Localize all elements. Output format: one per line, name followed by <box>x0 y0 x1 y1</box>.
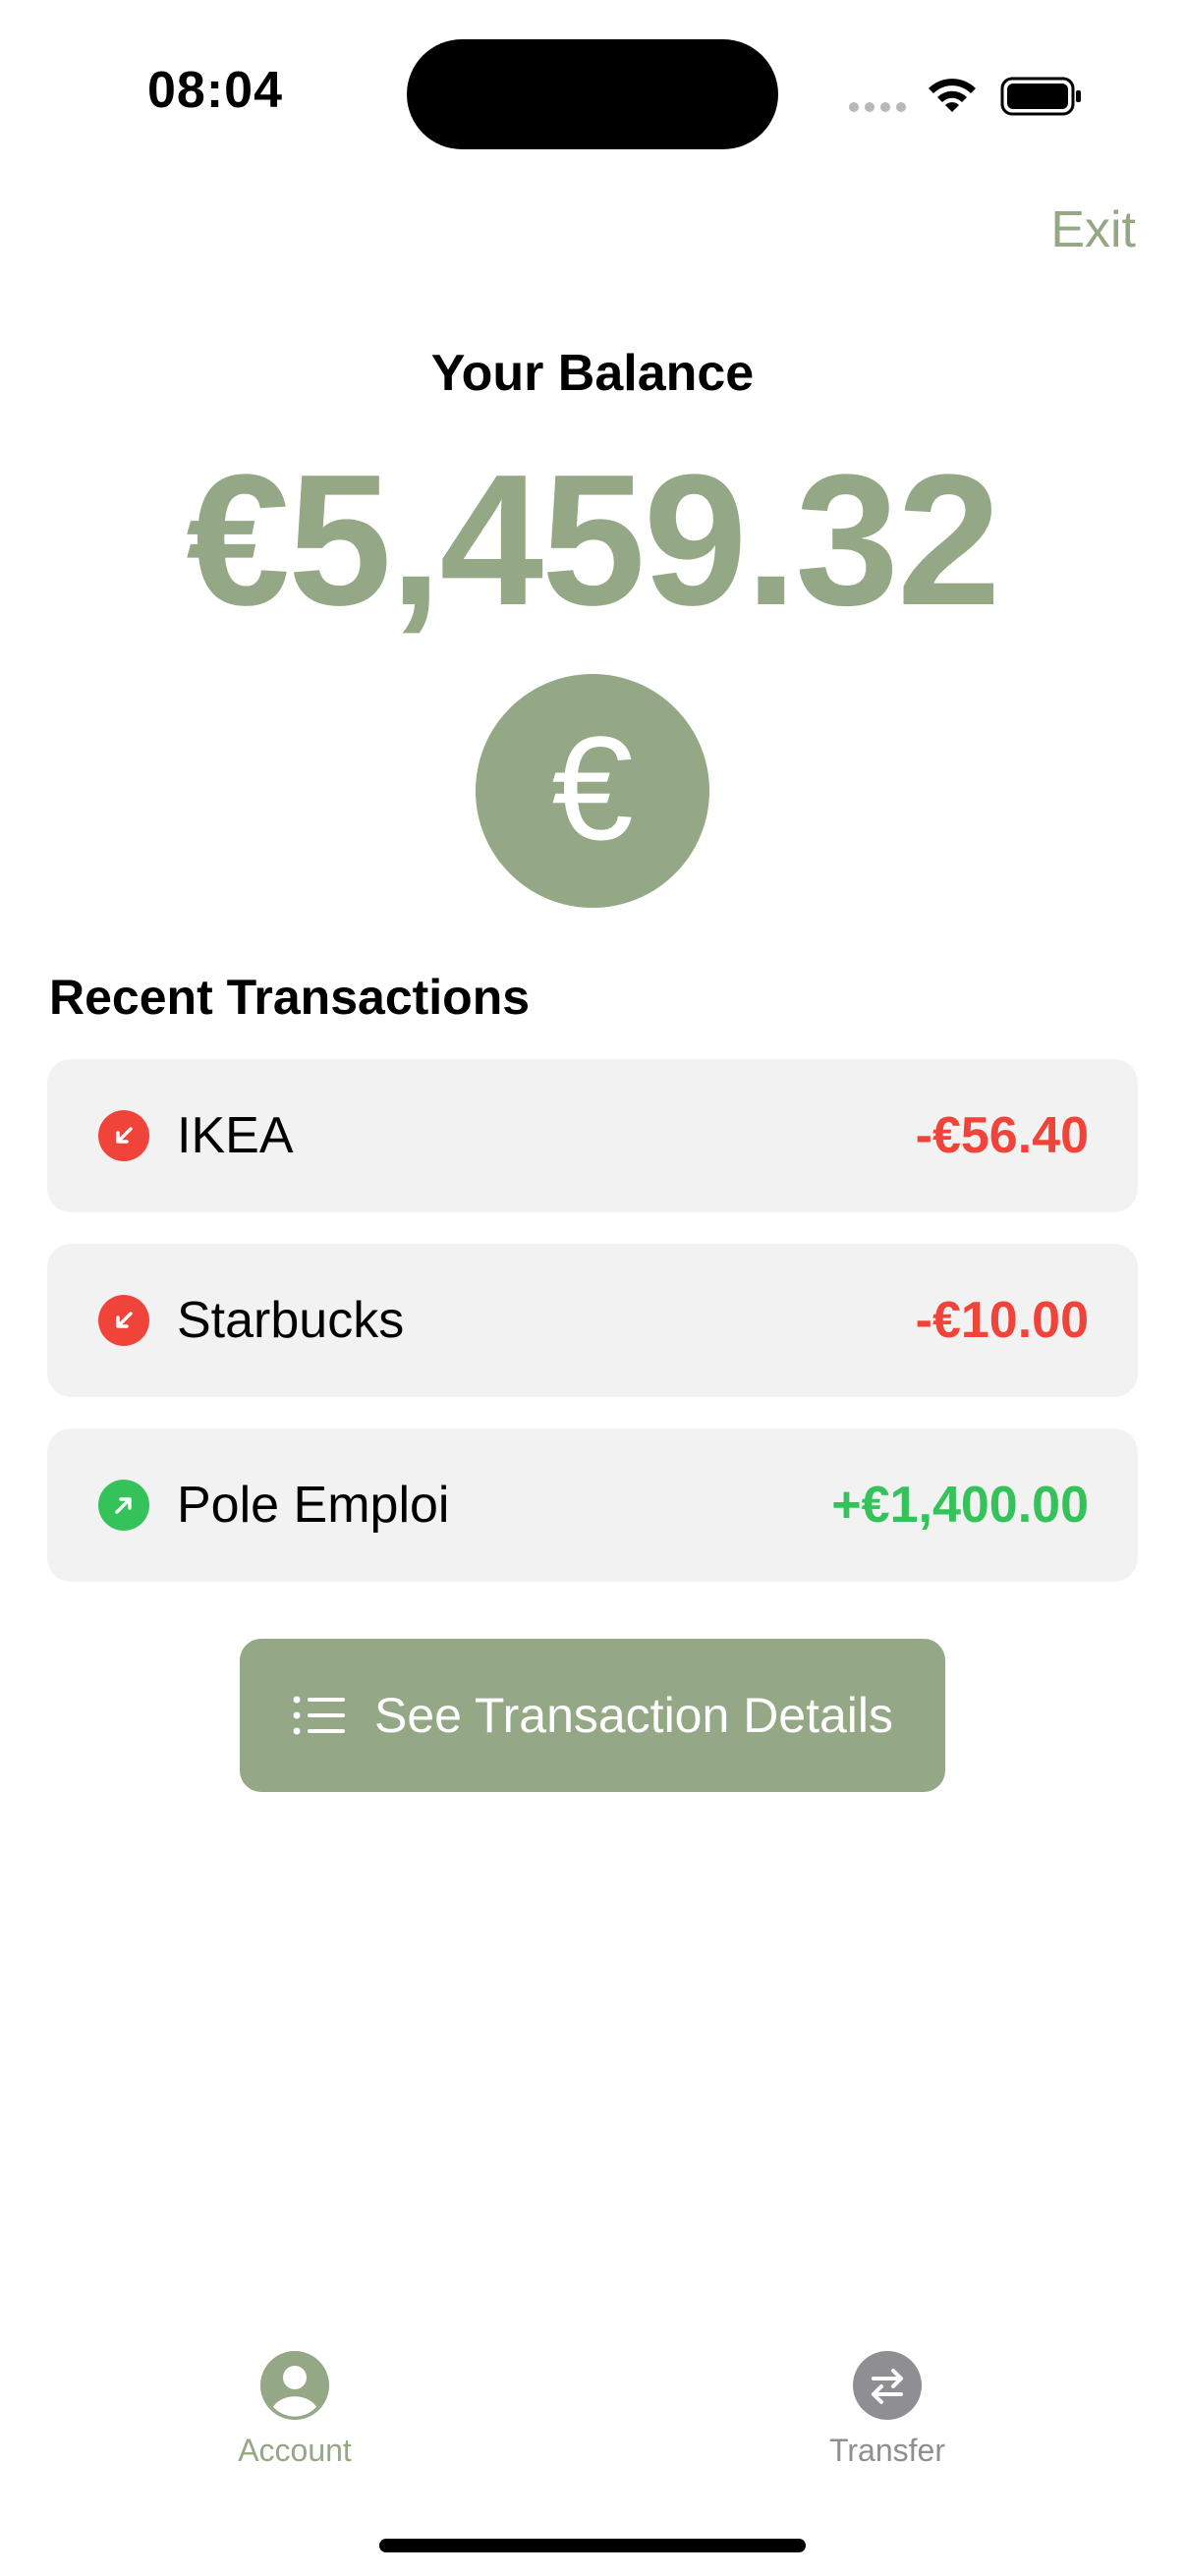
list-icon <box>293 1696 345 1735</box>
transaction-row[interactable]: IKEA -€56.40 <box>47 1059 1138 1212</box>
transaction-list: IKEA -€56.40 Starbucks -€10.00 Pole Empl… <box>47 1059 1138 1613</box>
cellular-signal-icon <box>849 102 906 112</box>
balance-amount: €5,459.32 <box>186 436 1000 644</box>
arrows-swap-icon <box>853 2351 922 2420</box>
transaction-name: IKEA <box>177 1107 294 1164</box>
currency-symbol: € <box>551 705 634 870</box>
status-time: 08:04 <box>147 62 283 119</box>
wifi-icon <box>929 79 976 112</box>
transaction-amount: -€10.00 <box>915 1292 1089 1349</box>
tab-transfer-label: Transfer <box>829 2433 945 2468</box>
exit-button[interactable]: Exit <box>1050 200 1136 259</box>
arrow-up-right-icon <box>98 1480 149 1531</box>
transaction-amount: -€56.40 <box>915 1107 1089 1164</box>
home-indicator <box>379 2539 806 2552</box>
dynamic-island <box>407 39 778 149</box>
transaction-amount: +€1,400.00 <box>831 1477 1089 1534</box>
battery-icon <box>1000 77 1081 116</box>
recent-transactions-title: Recent Transactions <box>49 970 531 1025</box>
tab-transfer[interactable]: Transfer <box>789 2350 986 2469</box>
arrow-down-left-icon <box>98 1110 149 1161</box>
see-transaction-details-label: See Transaction Details <box>373 1688 894 1743</box>
tab-account[interactable]: Account <box>197 2350 393 2469</box>
transaction-name: Starbucks <box>177 1292 405 1349</box>
euro-icon: € <box>476 674 709 908</box>
person-circle-icon <box>260 2351 329 2420</box>
tab-account-label: Account <box>238 2433 352 2468</box>
balance-title: Your Balance <box>430 345 755 402</box>
arrow-down-left-icon <box>98 1295 149 1346</box>
see-transaction-details-button[interactable]: See Transaction Details <box>240 1639 945 1792</box>
transaction-row[interactable]: Starbucks -€10.00 <box>47 1244 1138 1397</box>
transaction-name: Pole Emploi <box>177 1477 450 1534</box>
transaction-row[interactable]: Pole Emploi +€1,400.00 <box>47 1428 1138 1582</box>
